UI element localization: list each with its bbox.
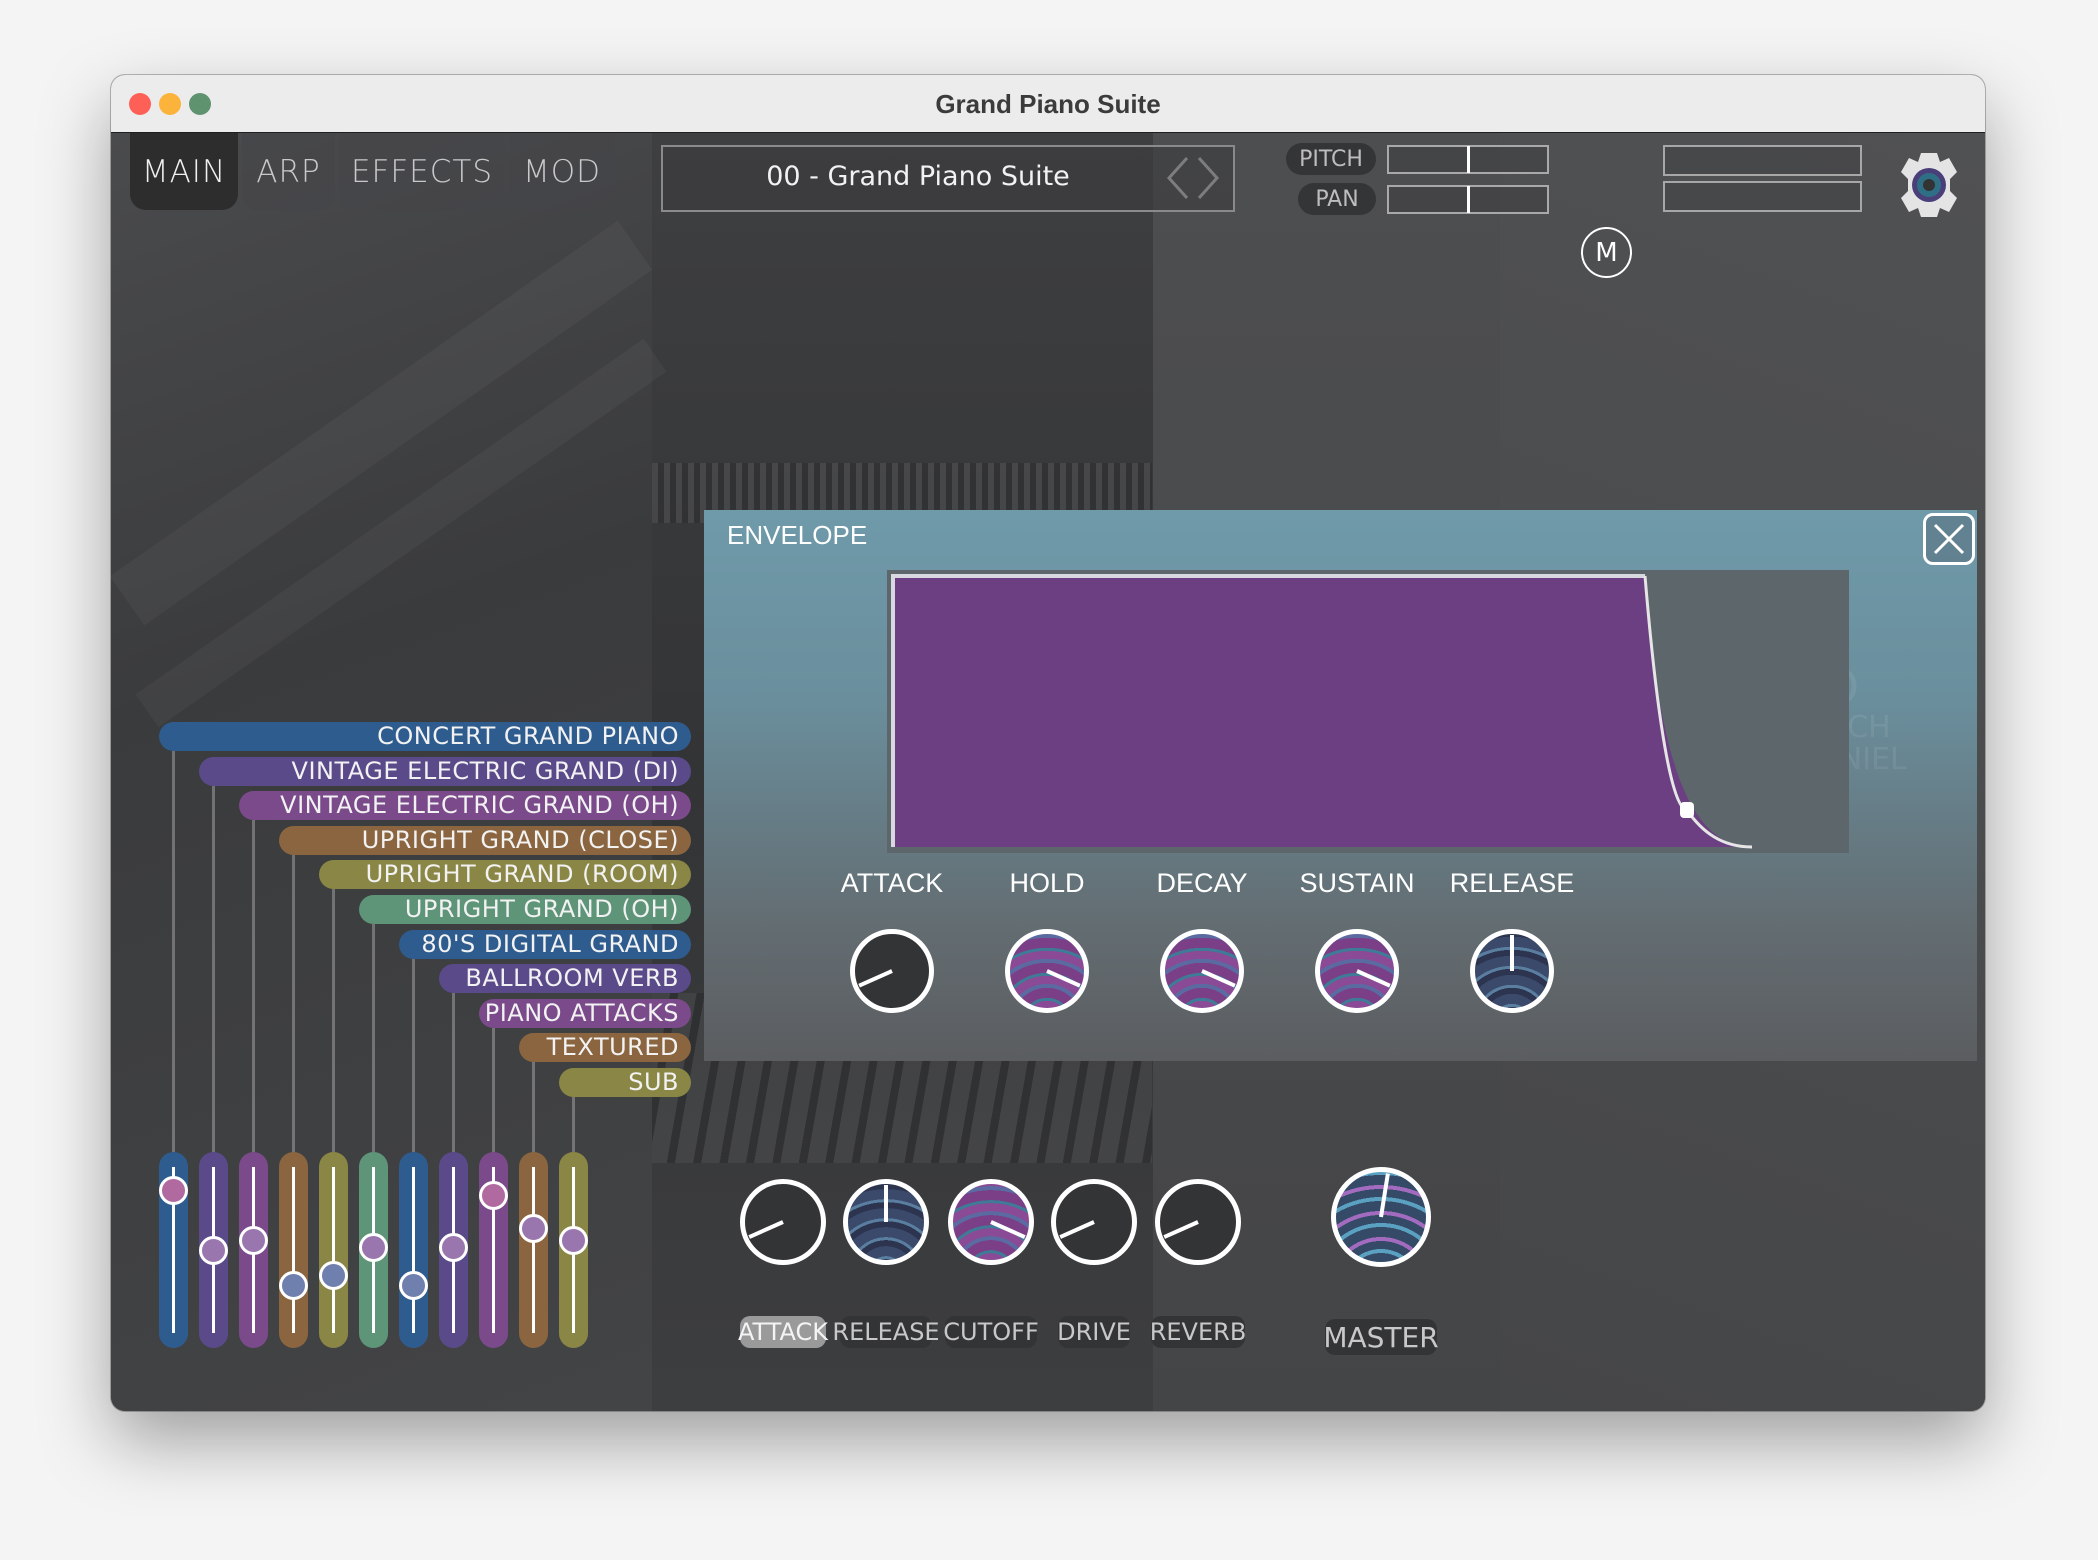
fader-handle[interactable] <box>199 1236 228 1265</box>
fader-handle[interactable] <box>479 1181 508 1211</box>
envelope-panel: ENVELOPE GRAND PIANO SUITE PHILIP ZACH P… <box>704 510 1977 1061</box>
layer-label[interactable]: 80'S DIGITAL GRAND <box>399 929 691 959</box>
drive-knob[interactable] <box>1051 1179 1137 1265</box>
knob-indicator <box>1356 969 1391 988</box>
cutoff-label-button[interactable]: CUTOFF <box>943 1316 1039 1348</box>
layer-connector <box>412 958 415 1152</box>
release-label-button[interactable]: RELEASE <box>832 1316 940 1348</box>
preset-selector[interactable]: 00 - Grand Piano Suite <box>661 145 1235 212</box>
envelope-hold-knob[interactable] <box>1005 929 1089 1013</box>
attack-knob[interactable] <box>740 1179 826 1265</box>
layer-label[interactable]: CONCERT GRAND PIANO <box>159 722 691 751</box>
layer-label[interactable]: PIANO ATTACKS <box>479 998 691 1028</box>
envelope-knob-label: ATTACK <box>840 868 944 898</box>
app-window: Grand Piano Suite MAIN ARP EFFECTS MOD 0… <box>111 75 1985 1411</box>
knob-indicator <box>858 969 893 988</box>
reverb-knob[interactable] <box>1155 1179 1241 1265</box>
layer-connector <box>372 924 375 1152</box>
knob-indicator <box>748 1220 784 1239</box>
cutoff-knob[interactable] <box>948 1179 1034 1265</box>
layer-label[interactable]: UPRIGHT GRAND (OH) <box>359 895 691 924</box>
envelope-knob-label: RELEASE <box>1449 868 1575 898</box>
fader-handle[interactable] <box>319 1260 348 1290</box>
reverb-label-button[interactable]: REVERB <box>1150 1316 1246 1348</box>
layer-label[interactable]: SUB <box>559 1068 691 1097</box>
envelope-title: ENVELOPE <box>727 520 868 550</box>
layer-label[interactable]: VINTAGE ELECTRIC GRAND (DI) <box>199 756 691 786</box>
release-knob[interactable] <box>843 1179 929 1265</box>
knob-indicator <box>1059 1220 1095 1239</box>
envelope-graph[interactable] <box>887 570 1849 853</box>
layer-connector <box>172 751 175 1152</box>
window-title: Grand Piano Suite <box>935 89 1161 119</box>
gear-icon[interactable] <box>1899 151 1959 219</box>
attack-label-button[interactable]: ATTACK <box>738 1316 828 1348</box>
envelope-release-knob[interactable] <box>1470 929 1554 1013</box>
layer-label[interactable]: VINTAGE ELECTRIC GRAND (OH) <box>239 791 691 821</box>
envelope-curve-fill <box>893 576 1752 847</box>
envelope-knob-label: DECAY <box>1156 868 1248 898</box>
knob-indicator <box>884 1185 888 1222</box>
fader-line <box>332 1167 335 1333</box>
layer-label[interactable]: TEXTURED <box>519 1033 691 1063</box>
envelope-knob-label: SUSTAIN <box>1299 868 1415 898</box>
knob-indicator <box>1379 1173 1390 1218</box>
output-meter-left <box>1663 145 1862 176</box>
tab-mod[interactable]: MOD <box>509 133 615 210</box>
chevron-right-icon[interactable] <box>1195 155 1221 201</box>
knob-indicator <box>1163 1220 1199 1239</box>
layer-label[interactable]: UPRIGHT GRAND (ROOM) <box>319 860 691 890</box>
pitch-label: PITCH <box>1286 143 1376 175</box>
pan-slider[interactable] <box>1387 185 1549 214</box>
pitch-slider-thumb[interactable] <box>1466 146 1470 173</box>
knob-indicator <box>1510 935 1514 971</box>
master-label-button[interactable]: MASTER <box>1323 1319 1439 1355</box>
layer-label[interactable]: UPRIGHT GRAND (CLOSE) <box>279 825 691 855</box>
envelope-attack-knob[interactable] <box>850 929 934 1013</box>
envelope-knob-label: HOLD <box>1009 868 1085 898</box>
fader-handle[interactable] <box>239 1226 268 1256</box>
plugin-content: MAIN ARP EFFECTS MOD 00 - Grand Piano Su… <box>111 133 1985 1411</box>
envelope-sustain-knob[interactable] <box>1315 929 1399 1013</box>
fader-handle[interactable] <box>399 1270 428 1300</box>
close-icon[interactable] <box>1923 513 1975 565</box>
fader-line <box>532 1167 535 1333</box>
layer-connector <box>252 820 255 1152</box>
pitch-slider[interactable] <box>1387 145 1549 174</box>
fader-handle[interactable] <box>279 1270 308 1300</box>
title-bar: Grand Piano Suite <box>111 75 1985 133</box>
mono-button[interactable]: M <box>1581 227 1632 278</box>
output-meter-right <box>1663 181 1862 212</box>
chevron-left-icon[interactable] <box>1165 155 1191 201</box>
envelope-decay-knob[interactable] <box>1160 929 1244 1013</box>
drive-label-button[interactable]: DRIVE <box>1057 1316 1131 1348</box>
tab-effects[interactable]: EFFECTS <box>339 133 505 210</box>
layer-connector <box>572 1097 575 1152</box>
tab-arp[interactable]: ARP <box>242 133 335 210</box>
fader-handle[interactable] <box>359 1232 388 1262</box>
layer-connector <box>492 1027 495 1152</box>
master-knob[interactable] <box>1331 1167 1431 1267</box>
pan-label: PAN <box>1298 183 1376 215</box>
knob-indicator <box>990 1220 1026 1239</box>
pan-slider-thumb[interactable] <box>1466 186 1470 213</box>
layer-connector <box>212 785 215 1152</box>
layer-connector <box>332 889 335 1152</box>
fader-line <box>292 1167 295 1333</box>
tab-main[interactable]: MAIN <box>130 133 238 210</box>
layer-label[interactable]: BALLROOM VERB <box>439 964 691 994</box>
fader-line <box>412 1167 415 1333</box>
layer-connector <box>292 854 295 1152</box>
preset-name: 00 - Grand Piano Suite <box>766 161 1070 192</box>
knob-indicator <box>1201 969 1236 988</box>
knob-indicator <box>1046 969 1081 988</box>
layer-connector <box>452 993 455 1152</box>
layer-connector <box>532 1062 535 1152</box>
envelope-handle[interactable] <box>1680 802 1694 818</box>
fader-handle[interactable] <box>439 1232 468 1262</box>
fader-handle[interactable] <box>559 1226 588 1256</box>
